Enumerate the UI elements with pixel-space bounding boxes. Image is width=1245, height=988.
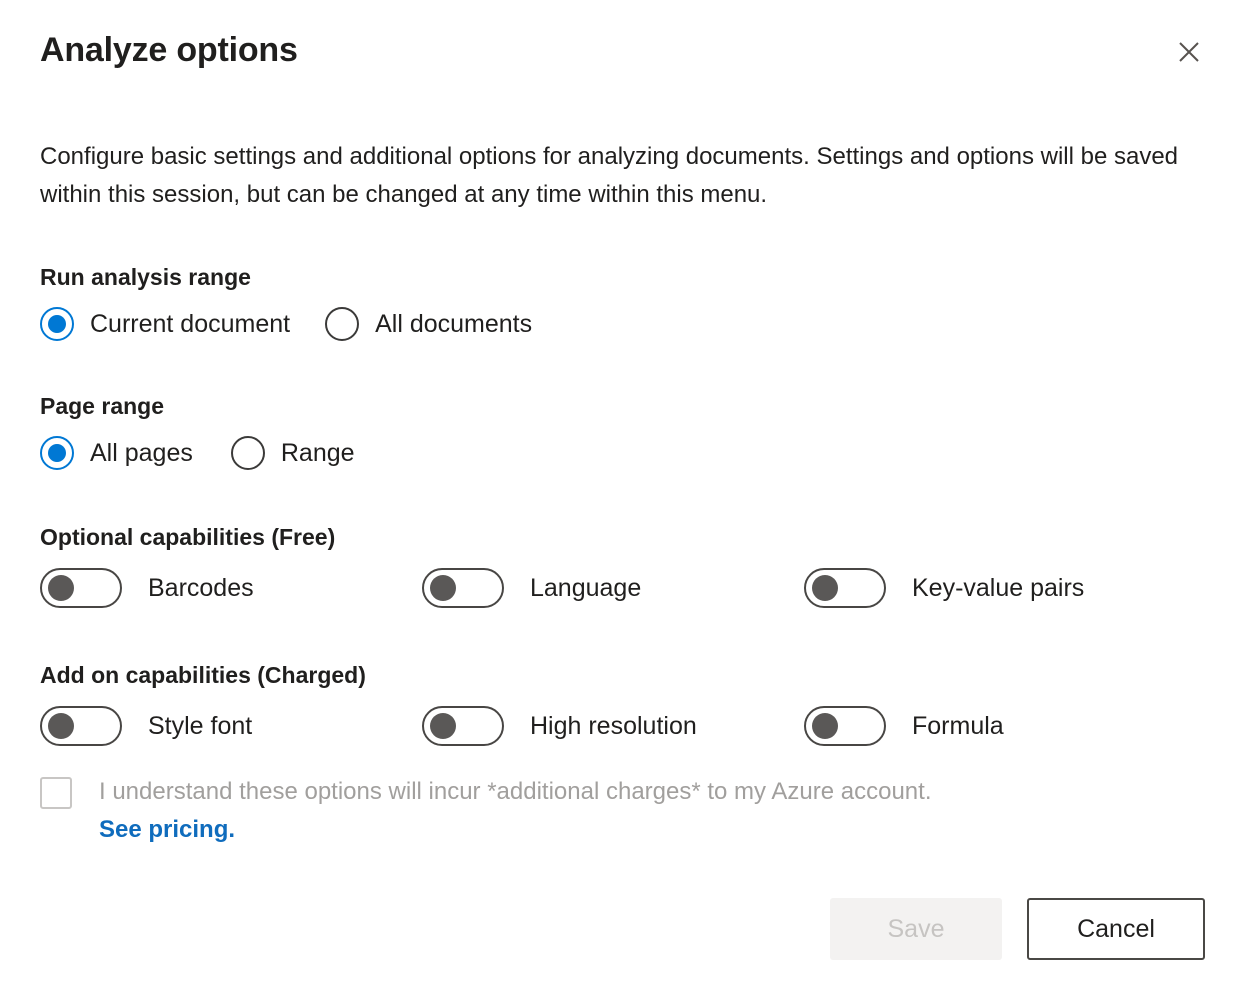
section-heading-addon-capabilities: Add on capabilities (Charged) xyxy=(40,660,1205,690)
toggle-switch-off-icon xyxy=(422,706,504,746)
toggle-switch-off-icon xyxy=(40,568,122,608)
toggle-style-font[interactable]: Style font xyxy=(40,706,422,746)
consent-text-wrap: I understand these options will incur *a… xyxy=(99,774,931,848)
consent-row: I understand these options will incur *a… xyxy=(40,774,1205,848)
toggle-barcodes[interactable]: Barcodes xyxy=(40,568,422,608)
toggle-label: Language xyxy=(530,573,641,603)
toggle-formula[interactable]: Formula xyxy=(804,706,1004,746)
toggle-language[interactable]: Language xyxy=(422,568,804,608)
radio-mark-unselected-icon xyxy=(231,436,265,470)
radio-label: Current document xyxy=(90,309,290,339)
see-pricing-link[interactable]: See pricing. xyxy=(99,812,235,848)
radio-label: All documents xyxy=(375,309,532,339)
dialog-header: Analyze options xyxy=(40,0,1205,94)
section-heading-run-analysis-range: Run analysis range xyxy=(40,262,1205,292)
radio-mark-selected-icon xyxy=(40,307,74,341)
toggle-knob xyxy=(48,713,74,739)
toggle-high-resolution[interactable]: High resolution xyxy=(422,706,804,746)
toggle-key-value-pairs[interactable]: Key-value pairs xyxy=(804,568,1084,608)
toggle-knob xyxy=(430,713,456,739)
radio-group-page-range: All pages Range xyxy=(40,436,1205,470)
toggle-knob xyxy=(430,575,456,601)
toggle-knob xyxy=(48,575,74,601)
close-button[interactable] xyxy=(1165,30,1213,74)
toggle-switch-off-icon xyxy=(804,706,886,746)
consent-text-strong: *additional charges* xyxy=(487,778,700,805)
close-icon xyxy=(1174,37,1204,67)
page-title: Analyze options xyxy=(40,30,1205,70)
save-button[interactable]: Save xyxy=(830,898,1002,960)
section-heading-page-range: Page range xyxy=(40,391,1205,421)
toggle-switch-off-icon xyxy=(422,568,504,608)
radio-all-pages[interactable]: All pages xyxy=(40,436,193,470)
dialog-description: Configure basic settings and additional … xyxy=(40,94,1200,214)
radio-label: Range xyxy=(281,438,355,468)
toggle-knob xyxy=(812,575,838,601)
toggle-label: High resolution xyxy=(530,711,697,741)
toggle-label: Style font xyxy=(148,711,252,741)
toggle-knob xyxy=(812,713,838,739)
consent-text-before: I understand these options will incur xyxy=(99,778,487,805)
toggle-switch-off-icon xyxy=(40,706,122,746)
radio-all-documents[interactable]: All documents xyxy=(325,307,532,341)
toggle-label: Key-value pairs xyxy=(912,573,1084,603)
toggle-label: Barcodes xyxy=(148,573,254,603)
radio-range[interactable]: Range xyxy=(231,436,355,470)
radio-mark-selected-icon xyxy=(40,436,74,470)
radio-group-run-analysis-range: Current document All documents xyxy=(40,307,1205,341)
radio-current-document[interactable]: Current document xyxy=(40,307,290,341)
analyze-options-dialog: Analyze options Configure basic settings… xyxy=(0,0,1245,988)
checkbox-unchecked-icon[interactable] xyxy=(40,777,72,809)
radio-mark-unselected-icon xyxy=(325,307,359,341)
cancel-button[interactable]: Cancel xyxy=(1027,898,1205,960)
toggle-group-optional-capabilities: Barcodes Language Key-value pairs xyxy=(40,568,1205,608)
toggle-switch-off-icon xyxy=(804,568,886,608)
dialog-footer: Save Cancel xyxy=(830,898,1205,960)
section-heading-optional-capabilities: Optional capabilities (Free) xyxy=(40,522,1205,552)
consent-text-after: to my Azure account. xyxy=(701,778,932,805)
toggle-group-addon-capabilities: Style font High resolution Formula xyxy=(40,706,1205,746)
toggle-label: Formula xyxy=(912,711,1004,741)
radio-label: All pages xyxy=(90,438,193,468)
